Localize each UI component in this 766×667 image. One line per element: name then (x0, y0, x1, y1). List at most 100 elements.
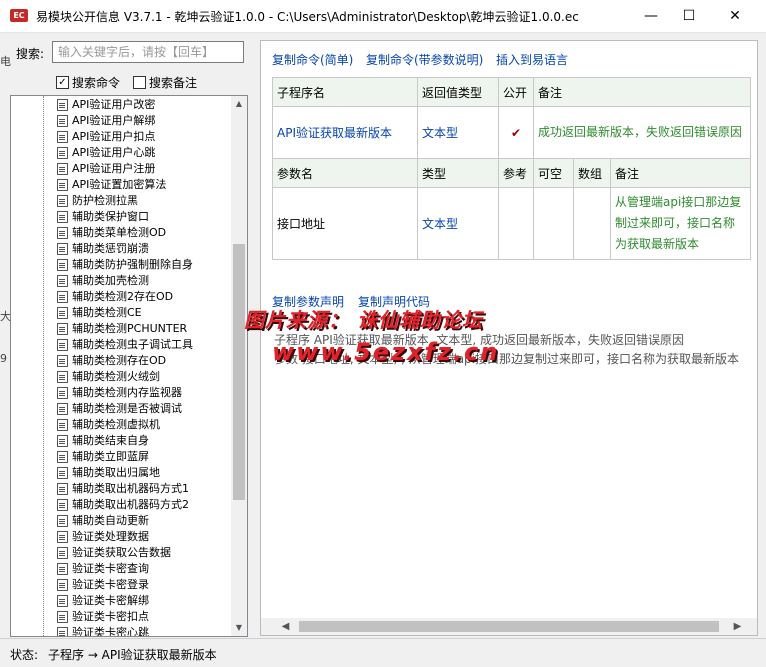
tree-item-label: 验证类卡密查询 (72, 562, 149, 575)
function-icon (57, 563, 68, 575)
tree-item[interactable]: 辅助类结束自身 (57, 433, 149, 449)
tree-item[interactable]: 辅助类检测虫子调试工具 (57, 337, 193, 353)
tree-item[interactable]: 辅助类检测火绒剑 (57, 369, 160, 385)
maximize-button[interactable]: ☐ (666, 0, 712, 32)
search-commands-checkbox[interactable]: ✓ 搜索命令 (56, 74, 120, 91)
scroll-thumb[interactable] (233, 244, 245, 500)
function-icon (57, 499, 68, 511)
insert-to-e-language-link[interactable]: 插入到易语言 (496, 51, 568, 68)
tree-item[interactable]: 辅助类取出机器码方式1 (57, 481, 189, 497)
tree-item[interactable]: 辅助类立即蓝屏 (57, 449, 149, 465)
background-edge-text: 电 (0, 55, 11, 68)
tree-item[interactable]: 辅助类检测是否被调试 (57, 401, 182, 417)
tree-item-label: 辅助类检测火绒剑 (72, 370, 160, 383)
tree-item[interactable]: 辅助类检测CE (57, 305, 142, 321)
horizontal-scrollbar[interactable]: ◀ ▶ (261, 618, 757, 635)
scroll-thumb[interactable] (299, 621, 719, 632)
tree-item[interactable]: 辅助类检测内存监视器 (57, 385, 182, 401)
status-label: 状态: (10, 648, 39, 662)
tree-item[interactable]: API验证置加密算法 (57, 177, 166, 193)
tree-item[interactable]: API验证用户心跳 (57, 145, 155, 161)
tree-item[interactable]: 验证类卡密扣点 (57, 609, 149, 625)
tree-item-label: 辅助类检测2存在OD (72, 290, 174, 303)
function-icon (57, 259, 68, 271)
function-icon (57, 195, 68, 207)
tree-item[interactable]: 辅助类检测2存在OD (57, 289, 173, 305)
tree-item[interactable]: 辅助类检测PCHUNTER (57, 321, 187, 337)
tree-item-label: 辅助类取出机器码方式2 (72, 498, 189, 511)
status-value: 子程序 → API验证获取最新版本 (48, 648, 217, 662)
param-note: 从管理端api接口那边复制过来即可，接口名称为获取最新版本 (610, 187, 751, 260)
tree-item-label: 辅助类检测内存监视器 (72, 386, 182, 399)
column-header: 子程序名 (272, 77, 418, 107)
tree-connector-line (43, 96, 45, 636)
scroll-right-arrow-icon[interactable]: ▶ (729, 618, 746, 635)
function-icon (57, 147, 68, 159)
copy-command-simple-link[interactable]: 复制命令(简单) (272, 51, 353, 68)
tree-item-label: 辅助类检测PCHUNTER (72, 322, 188, 335)
tree-item[interactable]: API验证用户改密 (57, 97, 155, 113)
tree-item-label: API验证用户注册 (72, 162, 156, 175)
command-tree[interactable]: API验证用户改密 API验证用户解绑 API验证用户扣点 API验证用户心跳 API验… (10, 95, 248, 637)
param-nullable (533, 187, 574, 260)
column-header: 公开 (498, 77, 534, 107)
column-header: 可空 (533, 158, 574, 188)
close-button[interactable]: ✕ (712, 0, 758, 32)
tree-item[interactable]: 验证类卡密心跳 (57, 625, 149, 636)
function-icon (57, 275, 68, 287)
tree-item[interactable]: 辅助类惩罚崩溃 (57, 241, 149, 257)
function-icon (57, 371, 68, 383)
function-icon (57, 211, 68, 223)
column-header: 参考 (498, 158, 534, 188)
tree-item[interactable]: 验证类卡密查询 (57, 561, 149, 577)
tree-item[interactable]: 辅助类自动更新 (57, 513, 149, 529)
function-icon (57, 243, 68, 255)
tree-item[interactable]: 验证类处理数据 (57, 529, 149, 545)
tree-item-label: API验证置加密算法 (72, 178, 167, 191)
function-icon (57, 387, 68, 399)
tree-item-label: 辅助类惩罚崩溃 (72, 242, 149, 255)
subroutine-note: 成功返回最新版本，失败返回错误原因 (533, 106, 751, 159)
scroll-up-arrow-icon[interactable]: ▲ (231, 96, 247, 112)
tree-item-label: 验证类卡密解绑 (72, 594, 149, 607)
return-type: 文本型 (417, 106, 499, 159)
app-icon: EC (10, 9, 28, 22)
function-icon (57, 307, 68, 319)
search-input[interactable] (52, 41, 244, 63)
search-notes-checkbox[interactable]: 搜索备注 (133, 74, 197, 91)
scroll-down-arrow-icon[interactable]: ▼ (231, 620, 247, 636)
function-icon (57, 451, 68, 463)
tree-item-label: 验证类卡密登录 (72, 578, 149, 591)
checkbox-icon (133, 76, 146, 89)
function-icon (57, 547, 68, 559)
function-icon (57, 435, 68, 447)
function-icon (57, 179, 68, 191)
tree-item[interactable]: 验证类获取公告数据 (57, 545, 171, 561)
tree-item[interactable]: 辅助类加壳检测 (57, 273, 149, 289)
tree-item[interactable]: 辅助类保护窗口 (57, 209, 149, 225)
copy-command-with-params-link[interactable]: 复制命令(带参数说明) (366, 51, 483, 68)
function-icon (57, 627, 68, 636)
tree-item[interactable]: 辅助类防护强制删除自身 (57, 257, 193, 273)
tree-item-label: API验证用户心跳 (72, 146, 156, 159)
tree-item[interactable]: API验证用户注册 (57, 161, 155, 177)
tree-item[interactable]: 辅助类取出机器码方式2 (57, 497, 189, 513)
tree-item[interactable]: API验证用户扣点 (57, 129, 155, 145)
scroll-left-arrow-icon[interactable]: ◀ (277, 618, 294, 635)
checkbox-label: 搜索备注 (149, 76, 198, 90)
function-icon (57, 227, 68, 239)
tree-item-label: 辅助类检测虫子调试工具 (72, 338, 193, 351)
tree-item-label: 辅助类加壳检测 (72, 274, 149, 287)
tree-item[interactable]: 辅助类检测存在OD (57, 353, 166, 369)
tree-item[interactable]: 辅助类取出归属地 (57, 465, 160, 481)
tree-item-label: API验证用户扣点 (72, 130, 156, 143)
tree-item-label: 辅助类结束自身 (72, 434, 149, 447)
tree-item[interactable]: 辅助类检测虚拟机 (57, 417, 160, 433)
subroutine-name: API验证获取最新版本 (272, 106, 418, 159)
tree-item[interactable]: 验证类卡密解绑 (57, 593, 149, 609)
tree-item[interactable]: 验证类卡密登录 (57, 577, 149, 593)
tree-vertical-scrollbar[interactable]: ▲ ▼ (231, 96, 247, 636)
tree-item[interactable]: 辅助类菜单检测OD (57, 225, 166, 241)
tree-item[interactable]: 防护检测拉黑 (57, 193, 138, 209)
tree-item[interactable]: API验证用户解绑 (57, 113, 155, 129)
